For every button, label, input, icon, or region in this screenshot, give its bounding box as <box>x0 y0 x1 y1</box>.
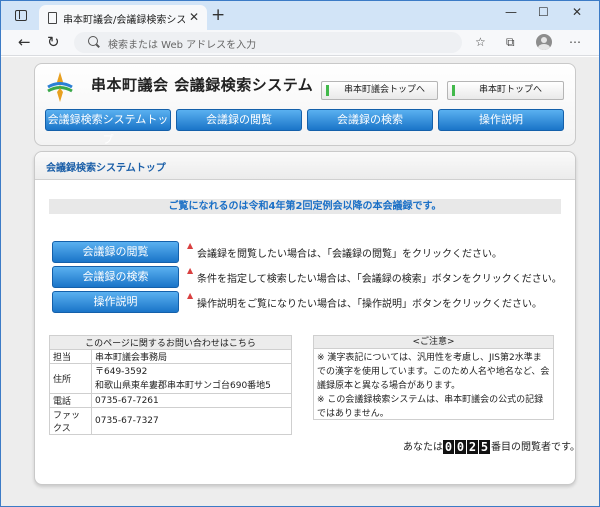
reload-button[interactable]: ↻ <box>47 33 60 51</box>
pointer-mark-icon: ▲ <box>187 266 194 275</box>
contact-key: 住所 <box>49 363 92 394</box>
contact-value: 0735-67-7261 <box>91 393 292 408</box>
page-title: 会議録検索システムトップ <box>46 163 166 174</box>
caution-box: <ご注意> ※ 漢字表記については、汎用性を考慮し、JIS第2水準までの漢字を使… <box>313 335 554 420</box>
browser-tab[interactable]: 串本町議会/会議録検索システム ✕ <box>39 5 207 31</box>
town-top-link-label: 串本町トップへ <box>478 85 542 95</box>
content-panel: 会議録検索システムトップ ご覧になれるのは令和4年第2回定例会以降の本会議録です… <box>34 151 580 485</box>
caution-line: ※ 漢字表記については、汎用性を考慮し、JIS第2水準までの漢字を使用しています… <box>317 353 550 391</box>
availability-notice: ご覧になれるのは令和4年第2回定例会以降の本会議録です。 <box>49 199 561 214</box>
site-header: 串本町議会 会議録検索システム 串本町議会トップへ 串本町トップへ 会議録検索シ… <box>34 63 576 146</box>
address-line: 和歌山県東牟婁郡串本町サンゴ台690番地5 <box>95 380 271 391</box>
tab-close-icon[interactable]: ✕ <box>189 10 199 24</box>
tab-actions-icon[interactable] <box>15 10 27 21</box>
back-button[interactable]: ← <box>18 33 31 51</box>
search-icon <box>88 36 98 46</box>
minimize-button[interactable]: — <box>505 5 517 19</box>
help-description: 操作説明をご覧になりたい場合は、「操作説明」ボタンをクリックください。 <box>197 299 542 310</box>
nav-help[interactable]: 操作説明 <box>438 109 564 131</box>
table-row: 電話 0735-67-7261 <box>49 393 292 408</box>
url-placeholder: 検索または Web アドレスを入力 <box>108 40 257 51</box>
page-icon <box>48 12 57 24</box>
new-tab-button[interactable]: + <box>211 5 225 25</box>
caution-body: ※ 漢字表記については、汎用性を考慮し、JIS第2水準までの漢字を使用しています… <box>314 349 553 423</box>
counter-suffix: 番目の閲覧者です。 <box>491 442 580 453</box>
counter-digit: 2 <box>467 440 478 454</box>
menu-icon[interactable]: ⋯ <box>569 35 581 49</box>
close-window-button[interactable]: ✕ <box>572 5 582 19</box>
council-top-link[interactable]: 串本町議会トップへ <box>321 81 438 100</box>
tab-title: 串本町議会/会議録検索システム <box>63 15 185 26</box>
nav-browse[interactable]: 会議録の閲覧 <box>176 109 302 131</box>
contact-value: 0735-67-7327 <box>91 407 292 435</box>
town-logo-icon <box>47 72 73 102</box>
visitor-counter: あなたは 0 0 2 5 番目の閲覧者です。 <box>403 438 580 454</box>
page-viewport: 串本町議会 会議録検索システム 串本町議会トップへ 串本町トップへ 会議録検索シ… <box>1 57 599 506</box>
content-header: 会議録検索システムトップ <box>35 152 575 180</box>
collections-icon[interactable]: ⧉ <box>506 35 515 49</box>
contact-key: 担当 <box>49 349 92 364</box>
contact-value: 〒649-3592 和歌山県東牟婁郡串本町サンゴ台690番地5 <box>91 363 292 394</box>
counter-digit: 5 <box>479 440 490 454</box>
address-bar: ← ↻ 検索または Web アドレスを入力 ☆ ⧉ ⋯ <box>1 30 599 56</box>
link-marker-icon <box>452 85 455 96</box>
url-input[interactable]: 検索または Web アドレスを入力 <box>74 32 462 53</box>
town-top-link[interactable]: 串本町トップへ <box>447 81 564 100</box>
postal-code: 〒649-3592 <box>95 366 148 377</box>
contact-key: 電話 <box>49 393 92 408</box>
tab-strip: 串本町議会/会議録検索システム ✕ + — ☐ ✕ <box>1 1 599 31</box>
nav-system-top[interactable]: 会議録検索システムトップ <box>45 109 171 146</box>
caution-heading: <ご注意> <box>314 336 553 349</box>
council-top-link-label: 串本町議会トップへ <box>343 85 425 95</box>
browse-button[interactable]: 会議録の閲覧 <box>52 241 179 263</box>
counter-prefix: あなたは <box>403 442 443 453</box>
table-row: 住所 〒649-3592 和歌山県東牟婁郡串本町サンゴ台690番地5 <box>49 363 292 394</box>
browse-description: 会議録を閲覧したい場合は、「会議録の閲覧」をクリックください。 <box>197 249 502 260</box>
contact-key: ファックス <box>49 407 92 435</box>
maximize-button[interactable]: ☐ <box>538 5 549 19</box>
link-marker-icon <box>326 85 329 96</box>
help-button[interactable]: 操作説明 <box>52 291 179 313</box>
counter-digit: 0 <box>455 440 466 454</box>
contact-table: このページに関するお問い合わせはこちら 担当 串本町議会事務局 住所 〒649-… <box>49 335 292 435</box>
site-title: 串本町議会 会議録検索システム <box>91 76 314 94</box>
table-row: 担当 串本町議会事務局 <box>49 349 292 364</box>
counter-digit: 0 <box>443 440 454 454</box>
search-button[interactable]: 会議録の検索 <box>52 266 179 288</box>
contact-value: 串本町議会事務局 <box>91 349 292 364</box>
caution-line: ※ この会議録検索システムは、串本町議会の公式の記録ではありません。 <box>317 395 544 419</box>
pointer-mark-icon: ▲ <box>187 241 194 250</box>
favorites-icon[interactable]: ☆ <box>475 35 486 49</box>
avatar[interactable] <box>536 34 552 50</box>
table-row: ファックス 0735-67-7327 <box>49 407 292 435</box>
nav-search[interactable]: 会議録の検索 <box>307 109 433 131</box>
contact-heading: このページに関するお問い合わせはこちら <box>49 335 292 350</box>
search-description: 条件を指定して検索したい場合は、「会議録の検索」ボタンをクリックください。 <box>197 274 562 285</box>
pointer-mark-icon: ▲ <box>187 291 194 300</box>
